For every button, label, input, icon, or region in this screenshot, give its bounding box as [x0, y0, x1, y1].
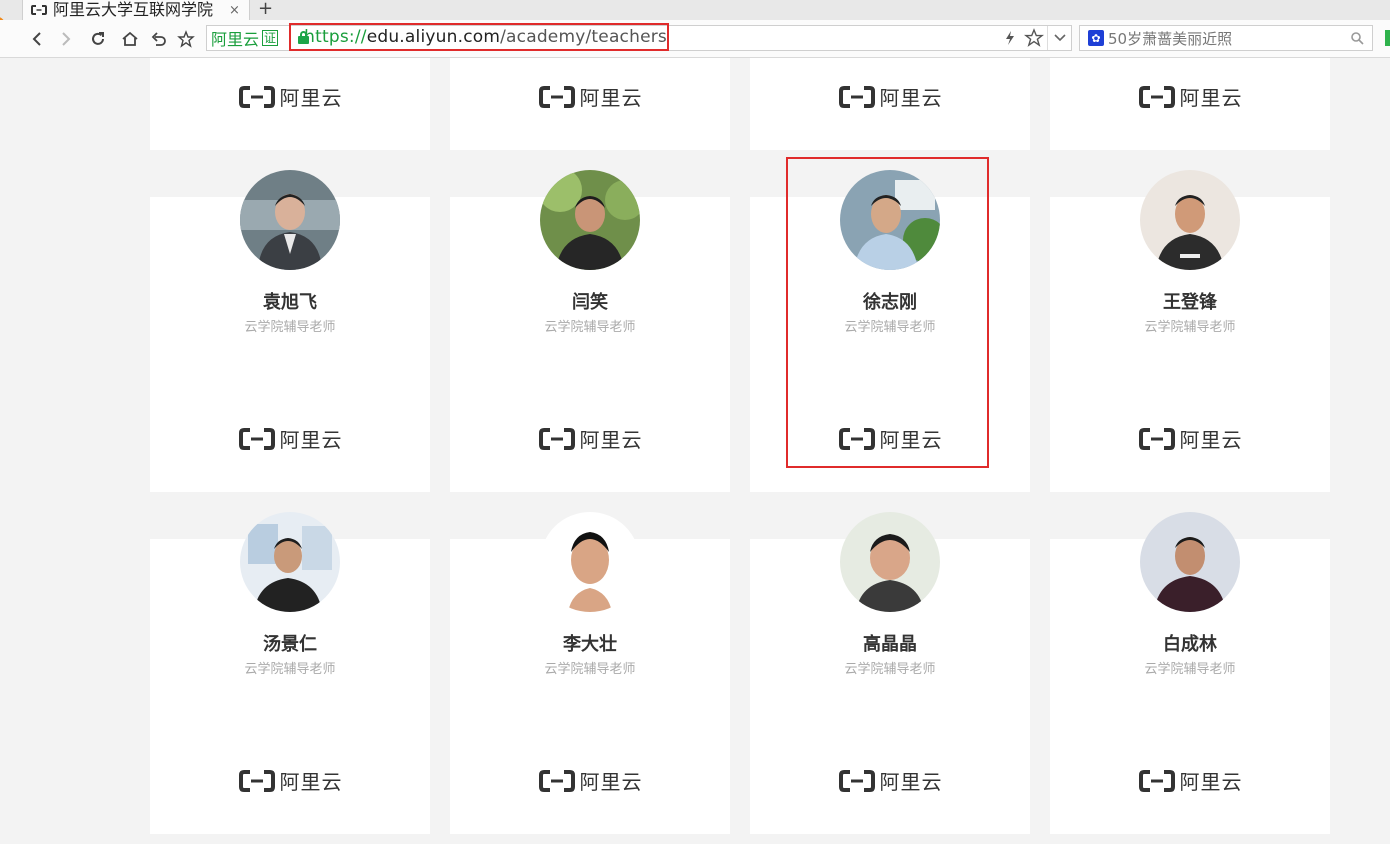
aliyun-logo: 阿里云 [150, 424, 430, 453]
teacher-avatar[interactable] [1140, 170, 1240, 270]
bookmark-star-icon[interactable] [175, 28, 197, 50]
teacher-avatar[interactable] [240, 512, 340, 612]
annotation-highlight-box [786, 157, 989, 468]
teacher-role: 云学院辅导老师 [244, 662, 336, 677]
teacher-card[interactable]: 阿里云 [450, 58, 730, 150]
aliyun-logo: 阿里云 [450, 766, 730, 795]
search-query[interactable]: 50岁萧蔷美丽近照 [1108, 28, 1232, 49]
teacher-card[interactable]: 高晶晶 云学院辅导老师 阿里云 [750, 512, 1030, 834]
back-icon[interactable] [26, 28, 48, 50]
teacher-name[interactable]: 闫笑 [450, 288, 730, 314]
url-text[interactable]: https://edu.aliyun.com/academy/teachers [304, 27, 667, 47]
undo-icon[interactable] [148, 28, 170, 50]
site-verified-badge[interactable]: 阿里云 证 [207, 26, 287, 50]
teacher-card[interactable]: 闫笑 云学院辅导老师 阿里云 [450, 170, 730, 492]
aliyun-logo: 阿里云 [150, 766, 430, 795]
teacher-card[interactable]: 李大壮 云学院辅导老师 阿里云 [450, 512, 730, 834]
aliyun-logo: 阿里云 [750, 82, 1030, 111]
teacher-card[interactable]: 王登锋 云学院辅导老师 阿里云 [1050, 170, 1330, 492]
teacher-name[interactable]: 李大壮 [450, 630, 730, 656]
teacher-role: 云学院辅导老师 [244, 320, 336, 335]
teacher-role: 云学院辅导老师 [544, 662, 636, 677]
browser-tab[interactable]: 阿里云大学互联网学院 × [22, 0, 250, 20]
teacher-name[interactable]: 高晶晶 [750, 630, 1030, 656]
teacher-card[interactable]: 阿里云 [1050, 58, 1330, 150]
teacher-avatar[interactable] [240, 170, 340, 270]
teacher-name[interactable]: 王登锋 [1050, 288, 1330, 314]
teachers-page: 阿里云 阿里云 阿里云 阿里云 袁旭飞 云学院辅导老师 阿里云 闫笑 云学院辅导… [0, 58, 1390, 844]
new-tab-button[interactable]: + [258, 0, 273, 19]
aliyun-logo: 阿里云 [450, 82, 730, 111]
baidu-paw-icon: ✿ [1088, 30, 1104, 46]
search-box[interactable]: ✿ 50岁萧蔷美丽近照 [1079, 25, 1373, 51]
teacher-name[interactable]: 白成林 [1050, 630, 1330, 656]
extension-icon[interactable] [1385, 30, 1390, 46]
home-icon[interactable] [119, 28, 141, 50]
address-bar-actions [999, 26, 1071, 50]
aliyun-logo: 阿里云 [150, 82, 430, 111]
lock-icon [298, 30, 309, 44]
address-bar[interactable]: 阿里云 证 https://edu.aliyun.com/academy/tea… [206, 23, 1072, 51]
teacher-avatar[interactable] [540, 512, 640, 612]
dropdown-chevron-icon[interactable] [1047, 26, 1071, 50]
reload-icon[interactable] [87, 28, 109, 50]
browser-toolbar: 阿里云 证 https://edu.aliyun.com/academy/tea… [0, 20, 1390, 58]
aliyun-logo: 阿里云 [450, 424, 730, 453]
search-icon[interactable] [1350, 30, 1364, 49]
teacher-card[interactable]: 白成林 云学院辅导老师 阿里云 [1050, 512, 1330, 834]
url-highlight-box[interactable]: https://edu.aliyun.com/academy/teachers [289, 23, 669, 51]
aliyun-favicon-icon [31, 4, 47, 16]
aliyun-logo: 阿里云 [1050, 82, 1330, 111]
teacher-avatar[interactable] [540, 170, 640, 270]
teacher-card[interactable]: 袁旭飞 云学院辅导老师 阿里云 [150, 170, 430, 492]
forward-icon[interactable] [55, 28, 77, 50]
teacher-avatar[interactable] [840, 512, 940, 612]
teacher-role: 云学院辅导老师 [1144, 662, 1236, 677]
teacher-card[interactable]: 汤景仁 云学院辅导老师 阿里云 [150, 512, 430, 834]
site-badge-label: 阿里云 [211, 30, 260, 49]
teacher-card[interactable]: 阿里云 [750, 58, 1030, 150]
teacher-role: 云学院辅导老师 [844, 662, 936, 677]
teacher-role: 云学院辅导老师 [1144, 320, 1236, 335]
favorite-star-icon[interactable] [1021, 28, 1047, 48]
tab-bar: 阿里云大学互联网学院 × + [0, 0, 1390, 20]
teacher-card[interactable]: 阿里云 [150, 58, 430, 150]
certificate-icon: 证 [262, 30, 279, 46]
aliyun-logo: 阿里云 [1050, 424, 1330, 453]
teacher-role: 云学院辅导老师 [544, 320, 636, 335]
lightning-icon[interactable] [999, 31, 1021, 45]
aliyun-logo: 阿里云 [750, 766, 1030, 795]
tab-close-icon[interactable]: × [229, 3, 240, 18]
teacher-name[interactable]: 袁旭飞 [150, 288, 430, 314]
tab-title: 阿里云大学互联网学院 [53, 1, 214, 19]
aliyun-logo: 阿里云 [1050, 766, 1330, 795]
teacher-avatar[interactable] [1140, 512, 1240, 612]
teacher-name[interactable]: 汤景仁 [150, 630, 430, 656]
